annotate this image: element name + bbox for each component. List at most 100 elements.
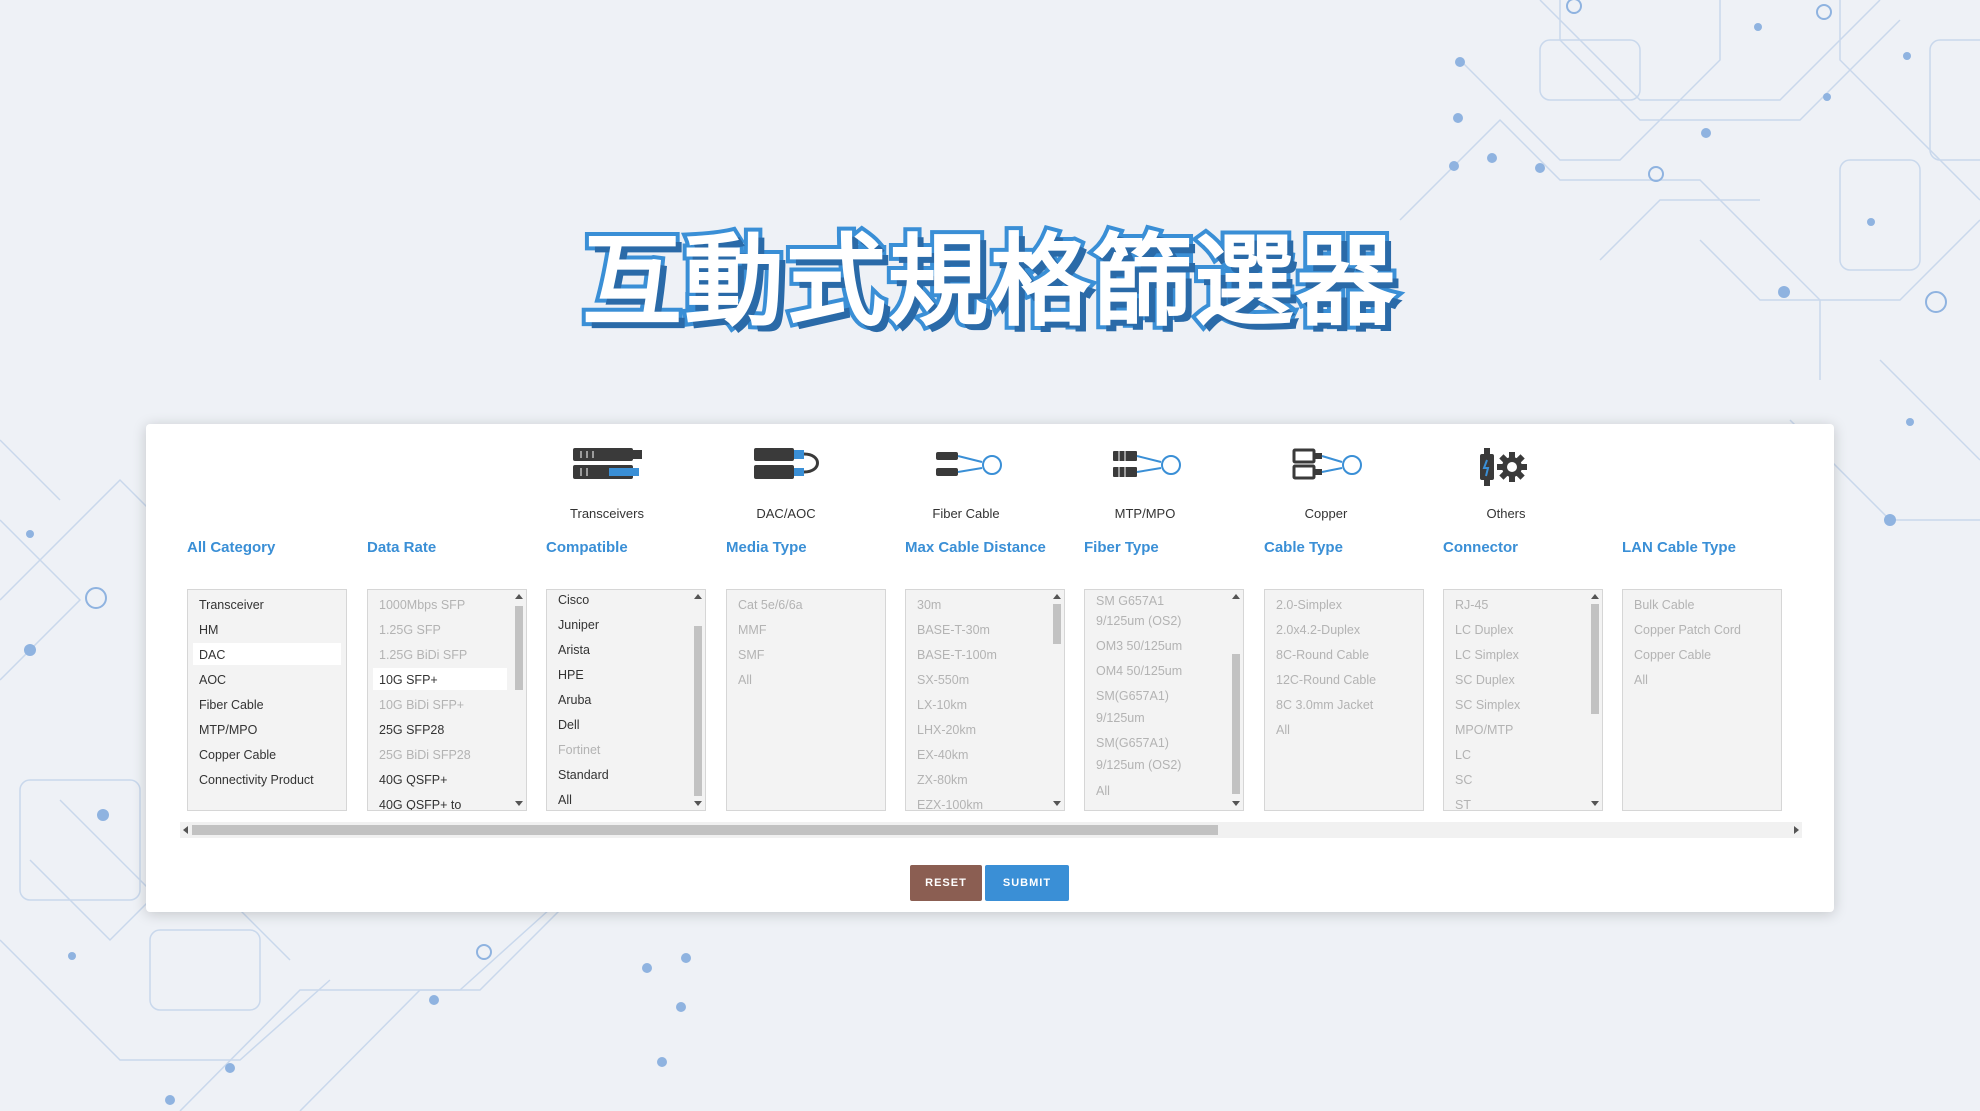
list-item[interactable]: Cat 5e/6/6a <box>738 598 803 612</box>
scrollbar-thumb[interactable] <box>192 825 1218 835</box>
list-item[interactable]: EX-40km <box>917 748 968 762</box>
list-item[interactable]: Aruba <box>558 693 591 707</box>
category-transceivers[interactable]: Transceivers <box>537 440 677 530</box>
scroll-up-icon[interactable] <box>1232 594 1240 599</box>
list-item[interactable]: Copper Patch Cord <box>1634 623 1741 637</box>
vertical-scrollbar[interactable] <box>691 590 705 810</box>
list-item[interactable]: 2.0-Simplex <box>1276 598 1342 612</box>
scroll-left-icon[interactable] <box>183 826 188 834</box>
list-item[interactable]: SM G657A1 <box>1096 594 1164 608</box>
scroll-up-icon[interactable] <box>694 594 702 599</box>
scroll-down-icon[interactable] <box>1232 801 1240 806</box>
listbox-data-rate[interactable]: 1000Mbps SFP 1.25G SFP 1.25G BiDi SFP 10… <box>367 589 527 811</box>
listbox-cable-type[interactable]: 2.0-Simplex 2.0x4.2-Duplex 8C-Round Cabl… <box>1264 589 1424 811</box>
list-item[interactable]: 1000Mbps SFP <box>379 598 465 612</box>
category-mtp-mpo[interactable]: MTP/MPO <box>1075 440 1215 530</box>
scroll-down-icon[interactable] <box>694 801 702 806</box>
list-item[interactable]: Fortinet <box>558 743 600 757</box>
listbox-media-type[interactable]: Cat 5e/6/6a MMF SMF All <box>726 589 886 811</box>
list-item[interactable]: Juniper <box>558 618 599 632</box>
list-item[interactable]: All <box>1276 723 1290 737</box>
list-item[interactable]: All <box>738 673 752 687</box>
category-fiber-cable[interactable]: Fiber Cable <box>896 440 1036 530</box>
listbox-lan-cable-type[interactable]: Bulk Cable Copper Patch Cord Copper Cabl… <box>1622 589 1782 811</box>
list-item[interactable]: Copper Cable <box>199 748 276 762</box>
listbox-compatible[interactable]: Cisco Juniper Arista HPE Aruba Dell Fort… <box>546 589 706 811</box>
list-item[interactable]: 25G BiDi SFP28 <box>379 748 471 762</box>
listbox-all-category[interactable]: Transceiver HM DAC AOC Fiber Cable MTP/M… <box>187 589 347 811</box>
list-item[interactable]: 40G QSFP+ to <box>379 798 461 810</box>
scroll-down-icon[interactable] <box>1591 801 1599 806</box>
scrollbar-thumb[interactable] <box>1232 654 1240 794</box>
list-item[interactable]: LC <box>1455 748 1471 762</box>
vertical-scrollbar[interactable] <box>1229 590 1243 810</box>
list-item[interactable]: DAC <box>199 648 225 662</box>
list-item[interactable]: RJ-45 <box>1455 598 1488 612</box>
scrollbar-thumb[interactable] <box>1591 604 1599 714</box>
list-item[interactable]: OM4 50/125um <box>1096 664 1182 678</box>
submit-button[interactable]: SUBMIT <box>985 865 1069 901</box>
vertical-scrollbar[interactable] <box>1050 590 1064 810</box>
listbox-connector[interactable]: RJ-45 LC Duplex LC Simplex SC Duplex SC … <box>1443 589 1603 811</box>
list-item[interactable]: BASE-T-30m <box>917 623 990 637</box>
list-item[interactable]: SM(G657A1) <box>1096 689 1169 703</box>
list-item[interactable]: SMF <box>738 648 764 662</box>
horizontal-scrollbar[interactable] <box>180 822 1802 838</box>
category-dac-aoc[interactable]: DAC/AOC <box>716 440 856 530</box>
list-item[interactable]: Connectivity Product <box>199 773 314 787</box>
scroll-up-icon[interactable] <box>515 594 523 599</box>
list-item[interactable]: LHX-20km <box>917 723 976 737</box>
list-item[interactable]: 10G SFP+ <box>379 673 438 687</box>
list-item[interactable]: Dell <box>558 718 580 732</box>
list-item[interactable]: SC <box>1455 773 1472 787</box>
scroll-down-icon[interactable] <box>515 801 523 806</box>
list-item[interactable]: HPE <box>558 668 584 682</box>
list-item[interactable]: All <box>1096 784 1110 798</box>
category-others[interactable]: Others <box>1436 440 1576 530</box>
list-item[interactable]: Arista <box>558 643 590 657</box>
list-item[interactable]: 8C 3.0mm Jacket <box>1276 698 1373 712</box>
listbox-max-cable-distance[interactable]: 30m BASE-T-30m BASE-T-100m SX-550m LX-10… <box>905 589 1065 811</box>
scrollbar-thumb[interactable] <box>694 626 702 796</box>
scrollbar-thumb[interactable] <box>1053 604 1061 644</box>
list-item[interactable]: LC Duplex <box>1455 623 1513 637</box>
list-item[interactable]: SX-550m <box>917 673 969 687</box>
list-item[interactable]: AOC <box>199 673 226 687</box>
list-item[interactable]: 9/125um (OS2) <box>1096 614 1181 628</box>
list-item[interactable]: Standard <box>558 768 609 782</box>
list-item[interactable]: LX-10km <box>917 698 967 712</box>
scrollbar-thumb[interactable] <box>515 606 523 690</box>
list-item[interactable]: 10G BiDi SFP+ <box>379 698 464 712</box>
list-item[interactable]: 8C-Round Cable <box>1276 648 1369 662</box>
list-item[interactable]: All <box>1634 673 1648 687</box>
list-item[interactable]: BASE-T-100m <box>917 648 997 662</box>
list-item[interactable]: 2.0x4.2-Duplex <box>1276 623 1360 637</box>
list-item[interactable]: SC Simplex <box>1455 698 1520 712</box>
list-item[interactable]: LC Simplex <box>1455 648 1519 662</box>
list-item[interactable]: Cisco <box>558 593 589 607</box>
vertical-scrollbar[interactable] <box>512 590 526 810</box>
scroll-down-icon[interactable] <box>1053 801 1061 806</box>
list-item[interactable]: MPO/MTP <box>1455 723 1513 737</box>
list-item[interactable]: 25G SFP28 <box>379 723 444 737</box>
scroll-right-icon[interactable] <box>1794 826 1799 834</box>
reset-button[interactable]: RESET <box>910 865 982 901</box>
scroll-up-icon[interactable] <box>1591 594 1599 599</box>
list-item[interactable]: ST <box>1455 798 1471 810</box>
list-item[interactable]: 1.25G BiDi SFP <box>379 648 467 662</box>
list-item[interactable]: 1.25G SFP <box>379 623 441 637</box>
list-item[interactable]: 30m <box>917 598 941 612</box>
list-item[interactable]: OM3 50/125um <box>1096 639 1182 653</box>
list-item[interactable]: SM(G657A1) <box>1096 736 1169 750</box>
vertical-scrollbar[interactable] <box>1588 590 1602 810</box>
list-item[interactable]: 9/125um (OS2) <box>1096 758 1181 772</box>
list-item[interactable]: SC Duplex <box>1455 673 1515 687</box>
list-item[interactable]: MMF <box>738 623 766 637</box>
listbox-fiber-type[interactable]: SM G657A1 9/125um (OS2) OM3 50/125um OM4… <box>1084 589 1244 811</box>
list-item[interactable]: Fiber Cable <box>199 698 264 712</box>
list-item[interactable]: All <box>558 793 572 807</box>
category-copper[interactable]: Copper <box>1256 440 1396 530</box>
list-item[interactable]: EZX-100km <box>917 798 983 810</box>
list-item[interactable]: 9/125um <box>1096 711 1145 725</box>
list-item[interactable]: Bulk Cable <box>1634 598 1694 612</box>
